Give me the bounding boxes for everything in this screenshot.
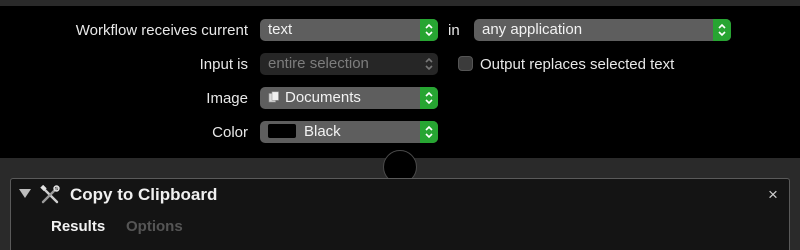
image-value: Documents [285, 89, 361, 106]
input-is-value: entire selection [268, 55, 369, 72]
color-label: Color [212, 124, 248, 141]
input-is-label: Input is [199, 56, 248, 73]
color-value: Black [304, 123, 341, 140]
image-popup[interactable]: Documents [260, 87, 438, 109]
close-icon[interactable]: × [768, 185, 778, 205]
disclosure-triangle-icon[interactable] [19, 189, 31, 199]
application-popup[interactable]: any application [474, 19, 731, 41]
receives-type-popup[interactable]: text [260, 19, 438, 41]
chevron-updown-icon [420, 87, 438, 109]
tools-icon [40, 185, 60, 204]
receives-type-value: text [268, 21, 293, 38]
chevron-updown-icon [713, 19, 731, 41]
tab-results[interactable]: Results [51, 218, 105, 235]
output-replaces-checkbox[interactable] [458, 56, 473, 71]
in-label: in [448, 22, 460, 39]
tab-options[interactable]: Options [126, 218, 183, 235]
chevron-updown-icon [420, 53, 438, 75]
output-replaces-label: Output replaces selected text [480, 56, 675, 73]
documents-icon [268, 91, 279, 103]
action-title: Copy to Clipboard [70, 185, 218, 204]
color-popup[interactable]: Black [260, 121, 438, 143]
chevron-updown-icon [420, 19, 438, 41]
workflow-receives-label: Workflow receives current [75, 22, 248, 39]
image-label: Image [206, 90, 248, 107]
application-value: any application [482, 21, 583, 38]
input-is-popup[interactable]: entire selection [260, 53, 438, 75]
chevron-updown-icon [420, 121, 438, 143]
color-swatch [268, 124, 296, 138]
